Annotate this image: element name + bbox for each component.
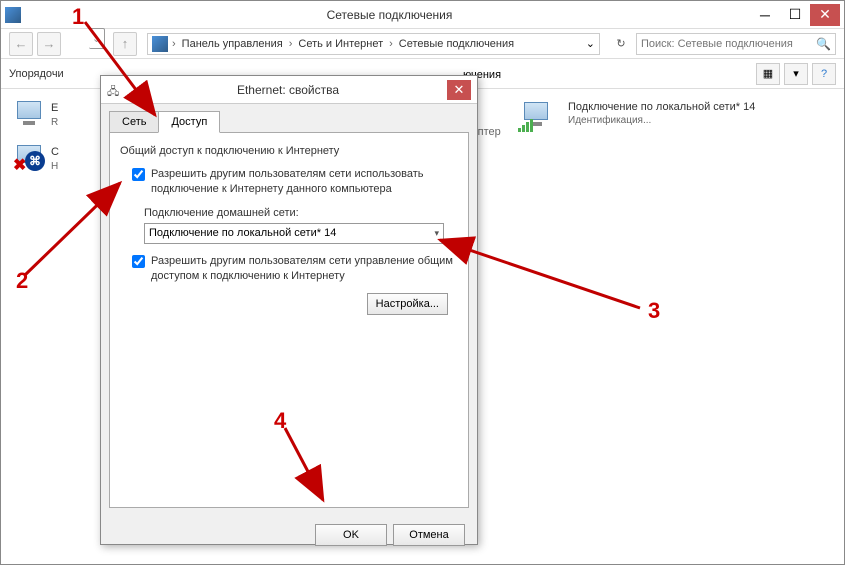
view-dropdown[interactable]: ▾ xyxy=(784,63,808,85)
properties-dialog: 🖧 Ethernet: свойства ✕ Сеть Доступ Общий… xyxy=(100,75,478,545)
bt-title: С xyxy=(51,145,59,159)
group-label: Общий доступ к подключению к Интернету xyxy=(120,145,458,157)
eth-title: E xyxy=(51,101,58,115)
home-network-label: Подключение домашней сети: xyxy=(144,207,458,219)
signal-icon xyxy=(518,119,533,132)
bluetooth-icon: ⌘ ✖ xyxy=(13,143,45,175)
lan-icon xyxy=(520,100,560,132)
help-button[interactable]: ? xyxy=(812,63,836,85)
history-dropdown[interactable]: ⌄ xyxy=(89,28,105,49)
eth-sub: R xyxy=(51,116,58,129)
toolbar-organize[interactable]: Упорядочи xyxy=(9,68,64,80)
ok-button[interactable]: OK xyxy=(315,524,387,546)
ethernet-icon xyxy=(13,99,45,131)
breadcrumb-network-internet[interactable]: Сеть и Интернет xyxy=(296,38,385,50)
up-button[interactable]: ↑ xyxy=(113,32,137,56)
lan-title: Подключение по локальной сети* 14 xyxy=(568,100,755,114)
window-title: Сетевые подключения xyxy=(29,8,750,22)
close-button[interactable]: ✕ xyxy=(810,4,840,26)
breadcrumb-control-panel[interactable]: Панель управления xyxy=(180,38,285,50)
bt-sub: Н xyxy=(51,160,59,173)
tab-strip: Сеть Доступ xyxy=(101,104,477,132)
allow-control-label[interactable]: Разрешить другим пользователям сети упра… xyxy=(151,254,458,284)
lan-sub: Идентификация... xyxy=(568,114,755,127)
search-box[interactable]: 🔍 xyxy=(636,33,836,55)
tab-network[interactable]: Сеть xyxy=(109,111,159,133)
dialog-close-button[interactable]: ✕ xyxy=(447,80,471,100)
maximize-button[interactable]: ☐ xyxy=(780,4,810,26)
allow-control-row: Разрешить другим пользователям сети упра… xyxy=(132,254,458,284)
breadcrumb-sep: › xyxy=(170,38,178,50)
minimize-button[interactable]: ─ xyxy=(750,4,780,26)
location-icon xyxy=(152,36,168,52)
view-button[interactable]: ▦ xyxy=(756,63,780,85)
tab-sharing[interactable]: Доступ xyxy=(158,111,220,133)
allow-sharing-row: Разрешить другим пользователям сети испо… xyxy=(132,167,458,197)
connection-lan[interactable]: Подключение по локальной сети* 14 Иденти… xyxy=(520,100,755,132)
search-input[interactable] xyxy=(641,38,816,50)
search-icon[interactable]: 🔍 xyxy=(816,37,831,51)
breadcrumb-network-connections[interactable]: Сетевые подключения xyxy=(397,38,516,50)
allow-control-checkbox[interactable] xyxy=(132,255,145,268)
dialog-titlebar: 🖧 Ethernet: свойства ✕ xyxy=(101,76,477,104)
window-controls: ─ ☐ ✕ xyxy=(750,4,840,26)
main-titlebar: Сетевые подключения ─ ☐ ✕ xyxy=(1,1,844,29)
allow-sharing-checkbox[interactable] xyxy=(132,168,145,181)
dialog-title: Ethernet: свойства xyxy=(129,83,447,97)
home-network-dropdown[interactable]: Подключение по локальной сети* 14 ▾ xyxy=(144,223,444,244)
address-bar[interactable]: › Панель управления › Сеть и Интернет › … xyxy=(147,33,600,55)
breadcrumb-dropdown-icon[interactable]: ⌄ xyxy=(586,37,595,50)
back-button[interactable]: ← xyxy=(9,32,33,56)
cancel-button[interactable]: Отмена xyxy=(393,524,465,546)
settings-button[interactable]: Настройка... xyxy=(367,293,448,315)
dropdown-value: Подключение по локальной сети* 14 xyxy=(149,227,336,239)
refresh-button[interactable]: ↻ xyxy=(610,33,632,55)
app-icon xyxy=(5,7,21,23)
adapter-icon: 🖧 xyxy=(107,83,121,97)
chevron-down-icon: ▾ xyxy=(434,228,439,239)
dialog-buttons: OK Отмена xyxy=(101,516,477,554)
tab-content: Общий доступ к подключению к Интернету Р… xyxy=(109,132,469,508)
forward-button[interactable]: → xyxy=(37,32,61,56)
navigation-bar: ← → ⌄ ↑ › Панель управления › Сеть и Инт… xyxy=(1,29,844,59)
allow-sharing-label[interactable]: Разрешить другим пользователям сети испо… xyxy=(151,167,458,197)
